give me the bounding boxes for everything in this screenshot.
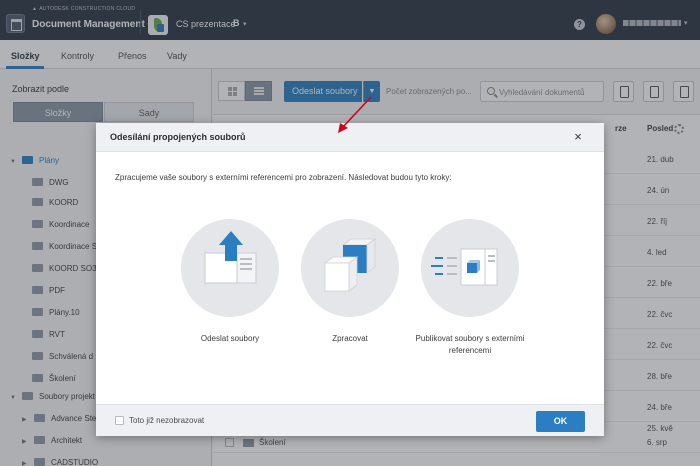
step-upload-illustration [181, 219, 279, 317]
upload-linked-files-dialog: Odesílání propojených souborů × Zpracuje… [96, 123, 604, 436]
dialog-footer: Toto již nezobrazovat OK [96, 404, 604, 436]
close-icon[interactable]: × [571, 130, 585, 144]
step-process-illustration [301, 219, 399, 317]
step-publish-label: Publikovat soubory s externími reference… [415, 334, 525, 355]
step-publish-illustration [421, 219, 519, 317]
dont-show-again-label[interactable]: Toto již nezobrazovat [129, 416, 204, 425]
ok-button[interactable]: OK [536, 411, 585, 432]
dialog-title: Odesílání propojených souborů [110, 132, 246, 142]
publish-icon [431, 248, 498, 286]
dialog-intro-text: Zpracujeme vaše soubory s externími refe… [115, 173, 452, 182]
dont-show-again-checkbox[interactable] [115, 416, 124, 425]
upload-files-icon [204, 231, 257, 284]
process-cubes-icon [323, 238, 377, 292]
dialog-header: Odesílání propojených souborů × [96, 123, 604, 152]
